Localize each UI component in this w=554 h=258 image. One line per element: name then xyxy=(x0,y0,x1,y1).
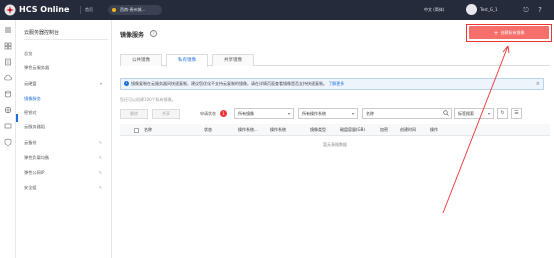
sidebar-item-label: 弹性负载均衡 xyxy=(24,155,50,160)
storage-icon[interactable] xyxy=(4,122,12,130)
sidebar-item-ecs[interactable]: 弹性云服务器 xyxy=(24,63,108,72)
external-link-icon: ✎ xyxy=(98,185,102,190)
os-select[interactable]: 所有操作系统 ▾ xyxy=(298,108,358,119)
search-input[interactable]: 名称 xyxy=(362,108,452,119)
settings-icon: ☰ xyxy=(514,110,519,116)
icon-rail xyxy=(0,20,16,258)
sidebar-item-evs[interactable]: 云硬盘 ▾ xyxy=(24,79,108,88)
learn-more-link[interactable]: 了解更多 xyxy=(328,81,344,86)
empty-table-message: 暂无表格数据 xyxy=(323,142,347,147)
sidebar-item-label: 密钥对 xyxy=(24,110,37,115)
brand-name[interactable]: HCS Online xyxy=(19,5,69,14)
sidebar-title: 云服务器控制台 xyxy=(24,30,60,36)
select-all-checkbox[interactable] xyxy=(134,128,139,133)
divider xyxy=(80,6,81,14)
search-icon[interactable] xyxy=(443,110,449,116)
sidebar-item-security-group[interactable]: 安全组 ✎ xyxy=(24,183,108,192)
sidebar-item-eip[interactable]: 弹性公网IP ✎ xyxy=(24,168,108,177)
chevron-down-icon: ▾ xyxy=(287,111,290,116)
annotation-highlight-box xyxy=(466,24,552,42)
info-notice: i 镜像复制在云服务器间快速复制，建议您优化不支持云复制的镜像。请在详情页面查看… xyxy=(120,78,544,90)
external-link-icon: ✎ xyxy=(98,140,102,145)
divider xyxy=(24,39,108,40)
column-header: 镜像类型 xyxy=(310,127,326,132)
region-selector[interactable]: 西南-贵州城… xyxy=(108,5,162,15)
close-icon[interactable]: × xyxy=(536,79,540,89)
quota-text: 您还可以创建100个私有镜像。 xyxy=(120,97,176,102)
server-icon[interactable] xyxy=(4,58,12,66)
column-header: 操作系统 xyxy=(270,127,286,132)
share-button[interactable]: 共享 xyxy=(152,109,180,119)
cloud-icon[interactable] xyxy=(4,74,12,82)
status-badge: 1 xyxy=(220,110,227,117)
chevron-down-icon: ▾ xyxy=(351,111,354,116)
column-settings-button[interactable]: ☰ xyxy=(511,108,522,119)
region-label: 西南-贵州城… xyxy=(120,7,146,12)
image-tabs: 公共镜像 私有镜像 共享镜像 xyxy=(120,54,550,67)
external-link-icon: ✎ xyxy=(98,155,102,160)
sidebar-item-server-group[interactable]: 云服务器组 xyxy=(24,122,108,131)
security-icon[interactable] xyxy=(4,138,12,146)
sidebar-item-label: 云服务器组 xyxy=(24,124,45,129)
database-icon[interactable] xyxy=(4,90,12,98)
column-header: 磁盘容量(GB) xyxy=(340,127,365,132)
application-status-label[interactable]: 申请状态 xyxy=(200,111,216,117)
sidebar-item-label: 总览 xyxy=(24,51,33,56)
sidebar-item-overview[interactable]: 总览 xyxy=(24,49,108,58)
page-title: 镜像服务 xyxy=(120,32,145,39)
external-link-icon: ✎ xyxy=(98,170,102,175)
refresh-icon: ↻ xyxy=(500,110,505,116)
location-pin-icon xyxy=(112,8,116,12)
sidebar-item-label: 安全组 xyxy=(24,185,37,190)
tab-shared-images[interactable]: 共享镜像 xyxy=(212,54,254,66)
sidebar-item-label: 弹性公网IP xyxy=(24,170,45,175)
tab-private-images[interactable]: 私有镜像 xyxy=(166,54,208,67)
column-header[interactable]: 名称 xyxy=(144,124,152,136)
column-header: 加密 xyxy=(380,127,388,132)
column-header: 状态 xyxy=(204,127,212,132)
image-type-value: 所有镜像 xyxy=(238,111,254,116)
grid-icon[interactable] xyxy=(4,42,12,50)
sidebar: 云服务器控制台 总览 弹性云服务器 云硬盘 ▾ 镜像服务 密钥对 云服务器组 云备… xyxy=(16,20,112,258)
huawei-logo-icon xyxy=(4,4,16,16)
avatar[interactable] xyxy=(466,4,477,15)
network-icon[interactable] xyxy=(4,106,12,114)
os-value: 所有操作系统 xyxy=(302,111,326,116)
chevron-down-icon: ▾ xyxy=(99,81,102,86)
menu-icon[interactable] xyxy=(4,26,12,34)
notice-text: 镜像复制在云服务器间快速复制，建议您优化不支持云复制的镜像。请在详情页面查看镜像… xyxy=(131,81,327,86)
active-indicator xyxy=(16,114,18,122)
column-header: 操作系统... xyxy=(238,127,258,132)
tag-search-button[interactable]: 标签搜索 ▾ xyxy=(454,108,494,119)
column-header: 操作 xyxy=(430,127,438,132)
sidebar-item-cbr[interactable]: 云备份 ✎ xyxy=(24,138,108,147)
user-menu[interactable]: Test_G_1 xyxy=(480,7,498,12)
tab-public-images[interactable]: 公共镜像 xyxy=(120,54,162,66)
tag-search-label: 标签搜索 xyxy=(458,111,474,116)
sidebar-item-label: 云硬盘 xyxy=(24,81,37,86)
top-navigation-bar: HCS Online 首页 西南-贵州城… 中文 (简体) Test_G_1 ⎋… xyxy=(0,0,554,20)
home-link[interactable]: 首页 xyxy=(85,7,93,13)
table-header: 名称 状态 操作系统... 操作系统 镜像类型 磁盘容量(GB) 加密 创建时间… xyxy=(120,124,550,136)
logout-icon[interactable]: ⎋ xyxy=(521,5,531,15)
info-icon: i xyxy=(124,81,129,86)
sidebar-item-label: 镜像服务 xyxy=(24,96,41,101)
main-content: 镜像服务 ? + 创建私有镜像 公共镜像 私有镜像 共享镜像 i 镜像复制在云服务… xyxy=(112,20,554,258)
language-selector[interactable]: 中文 (简体) xyxy=(424,7,444,13)
refresh-button[interactable]: ↻ xyxy=(497,108,508,119)
chevron-down-icon: ▾ xyxy=(487,111,490,116)
column-header: 创建时间 xyxy=(400,127,416,132)
search-field-label: 名称 xyxy=(366,111,374,116)
help-icon[interactable]: ? xyxy=(150,30,157,37)
help-icon[interactable]: ? xyxy=(535,5,545,15)
sidebar-item-ims[interactable]: 镜像服务 xyxy=(24,94,108,103)
sidebar-item-keypair[interactable]: 密钥对 xyxy=(24,108,108,117)
delete-button[interactable]: 删除 xyxy=(120,109,148,119)
sidebar-item-label: 云备份 xyxy=(24,140,37,145)
sidebar-item-elb[interactable]: 弹性负载均衡 ✎ xyxy=(24,153,108,162)
sidebar-item-label: 弹性云服务器 xyxy=(24,65,50,70)
image-type-select[interactable]: 所有镜像 ▾ xyxy=(234,108,294,119)
